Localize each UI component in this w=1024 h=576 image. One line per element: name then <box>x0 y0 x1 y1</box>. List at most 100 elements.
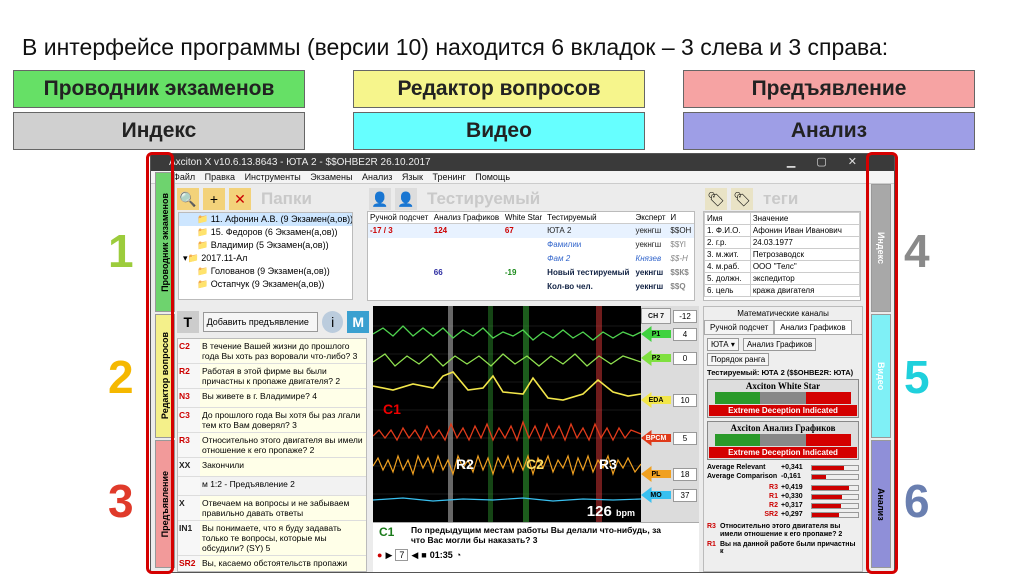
folder-delete-icon[interactable]: ✕ <box>229 188 251 210</box>
number-4: 4 <box>904 225 930 277</box>
menu-tools[interactable]: Инструменты <box>245 172 301 182</box>
list-item[interactable]: XX Закончили <box>178 458 366 477</box>
channel-value[interactable]: 37 <box>673 489 697 502</box>
table-row[interactable]: 66 -19 Новый тестируемый уекнгш $$К$ <box>368 266 694 280</box>
label-presentation: Предъявление <box>683 70 975 108</box>
list-item[interactable]: N3 Вы живете в г. Владимире? 4 <box>178 389 366 408</box>
table-row[interactable]: Фам 2 Князев $$-Н <box>368 252 694 266</box>
score-row: R2 +0,317 <box>707 501 859 510</box>
math-channels-title[interactable]: Математические каналы <box>704 307 862 320</box>
menu-exams[interactable]: Экзамены <box>310 172 352 182</box>
channel-value[interactable]: 5 <box>673 432 697 445</box>
tag-add-icon[interactable]: 🏷 <box>705 188 727 210</box>
folder-add-icon[interactable]: + <box>203 188 225 210</box>
folders-toolbar: 🔍 + ✕ Папки <box>177 187 357 211</box>
text-icon[interactable]: T <box>177 311 199 333</box>
analysis-body: ЮТА ▾ Анализ Графиков Порядок ранга Тест… <box>704 335 862 558</box>
tree-item[interactable]: 📁 Голованов (9 Экзамен(а,ов)) <box>179 265 352 278</box>
back-icon[interactable]: ◀ <box>411 550 418 561</box>
add-presentation-dropdown[interactable]: Добавить предъявление ▾ <box>202 312 318 345</box>
menu-training[interactable]: Тренинг <box>432 172 465 182</box>
tag-icon[interactable]: 🏷 <box>731 188 753 210</box>
channel-value[interactable]: 10 <box>673 394 697 407</box>
right-tabs-highlight <box>866 152 898 574</box>
play-icon[interactable]: ▶ <box>385 550 392 561</box>
person-icon[interactable]: 👤 <box>369 188 391 210</box>
number-5: 5 <box>904 351 930 403</box>
channel-value[interactable]: 18 <box>673 468 697 481</box>
col-value[interactable]: Значение <box>749 212 861 225</box>
title-bar: Axciton X v10.6.13.8643 - ЮТА 2 - $$ОНВЕ… <box>151 154 894 171</box>
channel-value[interactable]: 4 <box>673 328 697 341</box>
tree-item[interactable]: 📁 11. Афонин А.В. (9 Экзамен(а,ов)) <box>179 213 352 226</box>
menu-language[interactable]: Язык <box>402 172 423 182</box>
polygraph-traces <box>372 306 642 522</box>
menu-help[interactable]: Помощь <box>475 172 510 182</box>
rank-order-button[interactable]: Порядок ранга <box>707 353 770 366</box>
table-row[interactable]: 1. Ф.И.О. Афонин Иван Иванович <box>704 224 861 237</box>
col-name[interactable]: Имя <box>704 212 751 225</box>
table-row[interactable]: 5. должн. экспедитор <box>704 272 861 285</box>
tree-item[interactable]: 📁 15. Федоров (6 Экзамен(а,ов)) <box>179 226 352 239</box>
polygraph-chart[interactable]: C1 R2 C2 R3 126 bpm <box>372 306 642 522</box>
chart-marker-label: C2 <box>526 456 544 472</box>
col-graphs[interactable]: Анализ Графиков <box>431 212 503 224</box>
tree-item[interactable]: 📁 Владимир (5 Экзамен(а,ов)) <box>179 239 352 252</box>
menu-analysis[interactable]: Анализ <box>362 172 392 182</box>
tested-line: Тестируемый: ЮТА 2 ($$ОНВЕ2R: ЮТА) <box>707 368 854 377</box>
record-icon[interactable]: ● <box>377 550 382 560</box>
channel-value[interactable]: -12 <box>673 310 697 323</box>
table-row[interactable]: Кол-во чел. уекнгш $$Q <box>368 280 694 294</box>
list-item[interactable]: м 1:2 - Предъявление 2 <box>178 477 366 496</box>
list-item[interactable]: R3 Относительно этого двигателя вы имели … <box>178 433 366 458</box>
graph-analysis-button[interactable]: Анализ Графиков <box>742 338 817 351</box>
tab-graph-analysis[interactable]: Анализ Графиков <box>774 320 852 334</box>
ranked-question: R3 Относительно этого двигателя вы имели … <box>707 523 843 538</box>
tested-toolbar: 👤 👤 Тестируемый <box>369 187 669 211</box>
bpm-readout: 126 bpm <box>586 503 635 520</box>
table-row[interactable]: 6. цель кража двигателя <box>704 284 861 297</box>
tree-item[interactable]: 📁 Остапчук (9 Экзамен(а,ов)) <box>179 278 352 291</box>
person-add-icon[interactable]: 👤 <box>395 188 417 210</box>
current-question-panel: C1 По предыдущим местам работы Вы делали… <box>373 522 699 572</box>
col-id[interactable]: И <box>668 212 694 224</box>
table-header: Ручной подсчет Анализ Графиков White Sta… <box>368 212 694 224</box>
list-item[interactable]: R2 Работая в этой фирме вы были причастны… <box>178 364 366 389</box>
tree-item[interactable]: ▾📁 2017.11-Ал <box>179 252 352 265</box>
folder-search-icon[interactable]: 🔍 <box>177 188 199 210</box>
marker-band <box>523 306 529 522</box>
list-item[interactable]: C2 В течение Вашей жизни до прошлого года… <box>178 339 366 364</box>
table-row[interactable]: Фамилии уекнгш $$ҮІ <box>368 238 694 252</box>
channel-row: BPCM 5 <box>641 430 699 446</box>
window-buttons[interactable]: ▁ ▢ ✕ <box>787 154 866 171</box>
col-expert[interactable]: Эксперт <box>633 212 669 224</box>
stop-icon[interactable]: ■ <box>421 550 426 560</box>
channel-row: MO 37 <box>641 487 699 503</box>
col-manual[interactable]: Ручной подсчет <box>368 212 432 224</box>
step-value[interactable]: 7 <box>395 549 409 561</box>
list-item[interactable]: C3 До прошлого года Вы хотя бы раз лгали … <box>178 408 366 433</box>
channel-value[interactable]: 0 <box>673 352 697 365</box>
col-tested[interactable]: Тестируемый <box>545 212 634 224</box>
col-white-star[interactable]: White Star <box>502 212 546 224</box>
white-star-title: Axciton White Star <box>745 381 821 391</box>
menu-file[interactable]: Файл <box>173 172 195 182</box>
tab-manual-count[interactable]: Ручной подсчет <box>704 320 775 334</box>
table-row[interactable]: 2. г.р. 24.03.1977 <box>704 236 861 249</box>
info-icon[interactable]: i <box>321 311 344 333</box>
table-row[interactable]: 3. м.жит. Петрозаводск <box>704 248 861 261</box>
list-item[interactable]: IN1 Вы понимаете, что я буду задавать тол… <box>178 521 366 556</box>
channel-row: P1 4 <box>641 326 699 342</box>
list-item[interactable]: SR2 Вы, касаемо обстоятельств пропажи <box>178 556 366 571</box>
meter-bar <box>715 434 851 446</box>
m-icon[interactable]: M <box>347 311 370 333</box>
channel-row: P2 0 <box>641 350 699 366</box>
tags-heading: теги <box>763 189 799 208</box>
left-tabs-highlight <box>146 152 174 574</box>
table-row[interactable]: 4. м.раб. ООО "Телс" <box>704 260 861 273</box>
list-item[interactable]: X Отвечаем на вопросы и не забываем прави… <box>178 496 366 521</box>
window-title: Axciton X v10.6.13.8643 - ЮТА 2 - $$ОНВЕ… <box>169 157 431 168</box>
table-row[interactable]: -17 / 3 124 67 ЮТА 2 уекнгш $$ОН <box>368 223 694 238</box>
exam-select[interactable]: ЮТА ▾ <box>707 338 739 351</box>
menu-edit[interactable]: Правка <box>205 172 235 182</box>
